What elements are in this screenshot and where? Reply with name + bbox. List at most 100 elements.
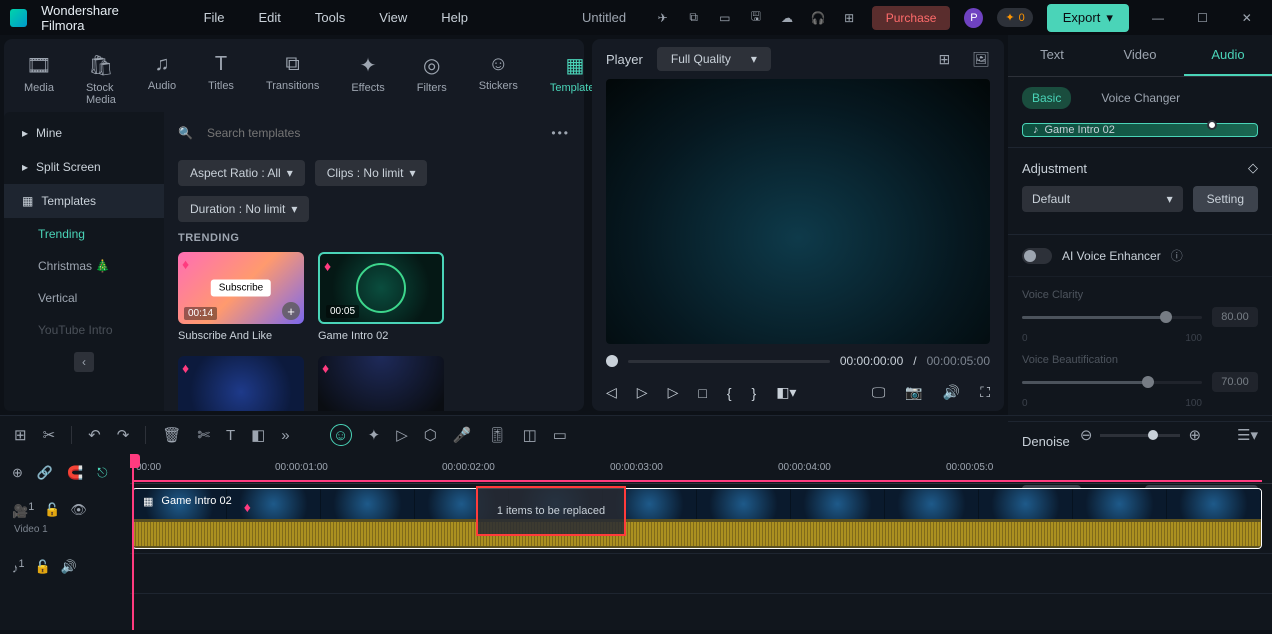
ai-enhancer-toggle[interactable] bbox=[1022, 248, 1052, 264]
menu-view[interactable]: View bbox=[369, 6, 417, 29]
record-icon[interactable]: ⧉ bbox=[685, 9, 702, 27]
volume-icon[interactable]: 🔊 bbox=[943, 384, 960, 401]
aspect-ratio-filter[interactable]: Aspect Ratio : All▾ bbox=[178, 160, 305, 186]
lock-icon[interactable]: 🔓 bbox=[44, 502, 60, 518]
voice-beaut-slider[interactable] bbox=[1022, 381, 1202, 384]
template-thumbnail[interactable]: ♦ bbox=[318, 356, 444, 411]
replace-callout[interactable]: 1 items to be replaced bbox=[476, 486, 626, 536]
collapse-sidebar-button[interactable]: ‹ bbox=[74, 352, 94, 372]
add-track-icon[interactable]: ⊕ bbox=[12, 465, 23, 481]
menu-edit[interactable]: Edit bbox=[249, 6, 291, 29]
save-icon[interactable]: 🖫 bbox=[747, 9, 764, 27]
tab-stock-media[interactable]: 🛍Stock Media bbox=[84, 47, 118, 112]
zoom-slider[interactable] bbox=[1100, 434, 1180, 437]
preset-select[interactable]: Default▾ bbox=[1022, 186, 1183, 212]
tab-media[interactable]: 🎞Media bbox=[22, 47, 56, 112]
subtab-voice-changer[interactable]: Voice Changer bbox=[1091, 87, 1190, 109]
inspector-tab-text[interactable]: Text bbox=[1008, 35, 1096, 76]
sidebar-sub-vertical[interactable]: Vertical bbox=[4, 282, 164, 314]
enhance-icon[interactable]: ✦ bbox=[368, 426, 381, 444]
track-options-icon[interactable]: ☰▾ bbox=[1237, 426, 1258, 444]
redo-icon[interactable]: ↷ bbox=[117, 426, 130, 444]
close-button[interactable]: ✕ bbox=[1232, 2, 1262, 34]
snapshot-view-icon[interactable]: 🖼 bbox=[972, 51, 990, 68]
template-thumbnail[interactable]: ♦ bbox=[178, 356, 304, 411]
menu-file[interactable]: File bbox=[194, 6, 235, 29]
display-icon[interactable]: ▭ bbox=[716, 9, 733, 27]
stop-icon[interactable]: □ bbox=[698, 385, 706, 401]
sidebar-item-mine[interactable]: ▸Mine bbox=[4, 116, 164, 150]
scrub-handle[interactable] bbox=[606, 355, 618, 367]
avatar[interactable]: P bbox=[964, 8, 983, 28]
tab-audio[interactable]: ♫Audio bbox=[146, 47, 178, 112]
menu-tools[interactable]: Tools bbox=[305, 6, 355, 29]
audio-settings-icon[interactable]: 🎚 bbox=[488, 426, 507, 444]
voiceover-icon[interactable]: 🎤 bbox=[453, 426, 472, 444]
menu-help[interactable]: Help bbox=[431, 6, 478, 29]
sidebar-sub-youtube-intro[interactable]: YouTube Intro bbox=[4, 314, 164, 346]
lock-icon[interactable]: 🔓 bbox=[35, 559, 51, 575]
more-tools-icon[interactable]: » bbox=[281, 427, 289, 444]
play-pause-icon[interactable]: ▷ bbox=[637, 384, 648, 401]
audio-track[interactable] bbox=[130, 554, 1272, 594]
voice-clarity-slider[interactable] bbox=[1022, 316, 1202, 319]
marker-icon[interactable]: ⬡ bbox=[424, 426, 437, 444]
mute-icon[interactable]: 🔊 bbox=[61, 559, 77, 575]
auto-scroll-icon[interactable]: ⎋ bbox=[97, 465, 107, 481]
undo-icon[interactable]: ↶ bbox=[88, 426, 101, 444]
sidebar-item-templates[interactable]: ▦Templates bbox=[4, 184, 164, 218]
template-thumbnail[interactable]: ♦ Subscribe 00:14 + bbox=[178, 252, 304, 324]
time-ruler[interactable]: 00:00 00:00:01:00 00:00:02:00 00:00:03:0… bbox=[130, 454, 1272, 484]
speed-icon[interactable]: ▭ bbox=[553, 426, 567, 444]
tab-stickers[interactable]: ☺Stickers bbox=[477, 47, 520, 112]
audio-track-icon[interactable]: ♪1 bbox=[12, 558, 25, 575]
text-tool-icon[interactable]: T bbox=[226, 427, 235, 444]
zoom-out-icon[interactable]: ⊖ bbox=[1080, 426, 1093, 444]
voice-clarity-value[interactable]: 80.00 bbox=[1212, 307, 1258, 327]
export-button[interactable]: Export▾ bbox=[1047, 4, 1129, 32]
duration-filter[interactable]: Duration : No limit▾ bbox=[178, 196, 309, 222]
timeline-clip[interactable]: ▦ Game Intro 02 ♦ bbox=[132, 488, 1262, 549]
mixer-icon[interactable]: ◫ bbox=[523, 426, 537, 444]
send-icon[interactable]: ✈ bbox=[654, 9, 671, 27]
visibility-icon[interactable]: 👁 bbox=[70, 502, 87, 518]
mark-in-icon[interactable]: { bbox=[727, 385, 732, 401]
display-settings-icon[interactable]: 🖵 bbox=[872, 384, 886, 401]
prev-frame-icon[interactable]: ◁ bbox=[606, 384, 617, 401]
maximize-button[interactable]: ☐ bbox=[1187, 2, 1217, 34]
minimize-button[interactable]: — bbox=[1143, 2, 1173, 34]
playhead[interactable] bbox=[132, 454, 134, 630]
magnet-icon[interactable]: 🧲 bbox=[67, 465, 83, 481]
next-frame-icon[interactable]: ▷ bbox=[668, 384, 679, 401]
setting-button[interactable]: Setting bbox=[1193, 186, 1258, 212]
ai-assistant-icon[interactable]: ☺ bbox=[330, 424, 352, 446]
link-tracks-icon[interactable]: 🔗 bbox=[37, 465, 53, 481]
subtab-basic[interactable]: Basic bbox=[1022, 87, 1071, 109]
zoom-in-icon[interactable]: ⊕ bbox=[1188, 426, 1201, 444]
layout-icon[interactable]: ⊞ bbox=[14, 426, 27, 444]
search-input[interactable] bbox=[201, 120, 543, 146]
inspector-tab-video[interactable]: Video bbox=[1096, 35, 1184, 76]
clip-handle[interactable] bbox=[1207, 120, 1217, 130]
video-track-icon[interactable]: 🎥1 bbox=[12, 501, 34, 519]
sidebar-sub-christmas[interactable]: Christmas 🎄 bbox=[4, 250, 164, 282]
split-icon[interactable]: ✄ bbox=[197, 426, 210, 444]
credits-badge[interactable]: ✦0 bbox=[997, 8, 1032, 27]
keyframe-diamond-icon[interactable]: ◇ bbox=[1248, 160, 1258, 176]
add-button[interactable]: + bbox=[282, 302, 300, 320]
tab-effects[interactable]: ✦Effects bbox=[349, 47, 386, 112]
headphones-icon[interactable]: 🎧 bbox=[810, 9, 827, 27]
clips-filter[interactable]: Clips : No limit▾ bbox=[315, 160, 428, 186]
purchase-button[interactable]: Purchase bbox=[872, 6, 951, 30]
voice-beaut-value[interactable]: 70.00 bbox=[1212, 372, 1258, 392]
more-options-icon[interactable]: ••• bbox=[551, 126, 570, 140]
fullscreen-icon[interactable]: ⛶ bbox=[980, 384, 990, 401]
audio-clip-preview[interactable]: ♪ Game Intro 02 bbox=[1022, 123, 1258, 137]
tab-transitions[interactable]: ⧉Transitions bbox=[264, 47, 321, 112]
timeline-tracks[interactable]: 00:00 00:00:01:00 00:00:02:00 00:00:03:0… bbox=[130, 454, 1272, 630]
video-track[interactable]: ▦ Game Intro 02 ♦ 1 items to be replaced bbox=[130, 484, 1272, 554]
preview-canvas[interactable] bbox=[606, 79, 990, 344]
help-icon[interactable]: ⓘ bbox=[1171, 247, 1183, 264]
sidebar-sub-trending[interactable]: Trending bbox=[4, 218, 164, 250]
scrub-track[interactable] bbox=[628, 360, 830, 363]
